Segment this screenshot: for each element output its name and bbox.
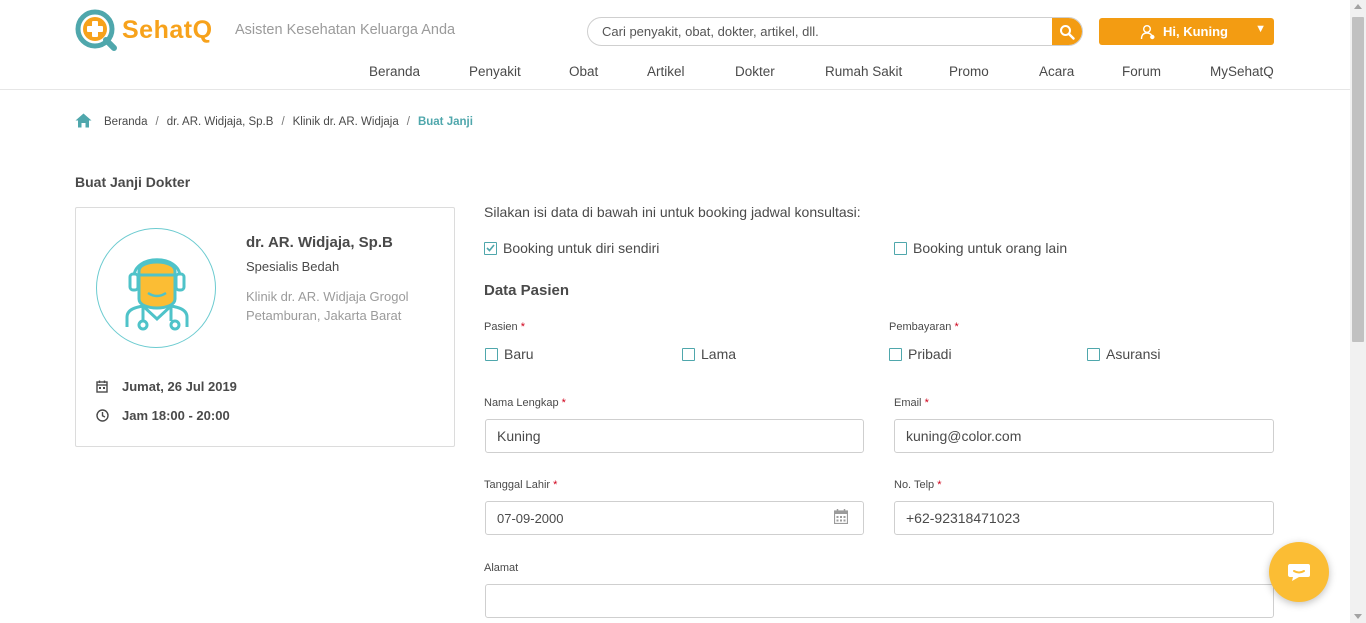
search-bar	[587, 17, 1083, 46]
breadcrumb-current: Buat Janji	[417, 116, 473, 128]
pembayaran-label-text: Pembayaran	[889, 321, 952, 333]
page-title: Buat Janji Dokter	[75, 174, 191, 190]
nav-item-mysehatq[interactable]: MySehatQ	[1210, 64, 1274, 79]
breadcrumb-item-doctor[interactable]: dr. AR. Widjaja, Sp.B	[167, 116, 274, 128]
doctor-avatar	[96, 228, 216, 348]
nav-item-forum[interactable]: Forum	[1122, 64, 1161, 79]
pasien-lama-option[interactable]: Lama	[682, 346, 736, 362]
nama-label: Nama Lengkap *	[484, 397, 566, 409]
scrollbar-thumb[interactable]	[1352, 17, 1364, 342]
appointment-time: Jam 18:00 - 20:00	[96, 408, 230, 423]
booking-self-checkbox[interactable]	[484, 241, 497, 255]
doctor-name: dr. AR. Widjaja, Sp.B	[246, 234, 393, 251]
chat-icon	[1288, 564, 1310, 581]
nav-item-dokter[interactable]: Dokter	[735, 64, 775, 79]
form-intro: Silakan isi data di bawah ini untuk book…	[484, 204, 861, 220]
pembayaran-asuransi-label: Asuransi	[1106, 346, 1161, 362]
email-label: Email *	[894, 397, 929, 409]
user-menu-button[interactable]: Hi, Kuning ▼	[1099, 18, 1274, 45]
pembayaran-pribadi-option[interactable]: Pribadi	[889, 346, 952, 362]
required-marker: *	[937, 479, 942, 491]
scroll-down-arrow-icon[interactable]	[1354, 614, 1362, 619]
breadcrumb: Beranda / dr. AR. Widjaja, Sp.B / Klinik…	[75, 113, 473, 131]
required-marker: *	[924, 397, 929, 409]
booking-other-label: Booking untuk orang lain	[913, 240, 1068, 256]
pasien-lama-checkbox[interactable]	[682, 347, 695, 361]
telp-label: No. Telp *	[894, 479, 942, 491]
pasien-baru-checkbox[interactable]	[485, 347, 498, 361]
appointment-date-text: Jumat, 26 Jul 2019	[122, 379, 237, 394]
booking-self-option[interactable]: Booking untuk diri sendiri	[484, 240, 659, 256]
booking-self-label: Booking untuk diri sendiri	[503, 240, 660, 256]
main-nav: Beranda Penyakit Obat Artikel Dokter Rum…	[0, 64, 1350, 80]
required-marker: *	[553, 479, 558, 491]
nama-lengkap-input[interactable]	[485, 419, 864, 453]
date-picker-icon[interactable]	[833, 509, 849, 529]
nav-item-rumah-sakit[interactable]: Rumah Sakit	[825, 64, 902, 79]
pasien-label: Pasien *	[484, 321, 525, 333]
breadcrumb-separator: /	[406, 116, 410, 128]
home-icon[interactable]	[75, 113, 92, 131]
pembayaran-pribadi-checkbox[interactable]	[889, 347, 902, 361]
breadcrumb-item-clinic[interactable]: Klinik dr. AR. Widjaja	[293, 116, 399, 128]
nav-item-obat[interactable]: Obat	[569, 64, 598, 79]
doctor-clinic: Klinik dr. AR. Widjaja Grogol Petamburan…	[246, 289, 409, 323]
appointment-date: Jumat, 26 Jul 2019	[96, 379, 237, 394]
telp-input[interactable]	[894, 501, 1274, 535]
doctor-card: dr. AR. Widjaja, Sp.B Spesialis Bedah Kl…	[75, 207, 455, 447]
nav-item-promo[interactable]: Promo	[949, 64, 989, 79]
logo-text: SehatQ	[122, 15, 213, 44]
breadcrumb-item-beranda[interactable]: Beranda	[104, 116, 147, 128]
required-marker: *	[520, 321, 525, 333]
page-scrollbar[interactable]	[1350, 0, 1366, 623]
clock-icon	[96, 409, 122, 422]
user-greeting: Hi, Kuning	[1163, 24, 1228, 39]
pembayaran-asuransi-checkbox[interactable]	[1087, 347, 1100, 361]
pembayaran-label: Pembayaran *	[889, 321, 959, 333]
nav-item-acara[interactable]: Acara	[1039, 64, 1074, 79]
nav-item-artikel[interactable]: Artikel	[647, 64, 685, 79]
email-label-text: Email	[894, 397, 922, 409]
appointment-time-text: Jam 18:00 - 20:00	[122, 408, 230, 423]
breadcrumb-separator: /	[281, 116, 285, 128]
section-title-data-pasien: Data Pasien	[484, 282, 570, 299]
tanggal-lahir-label-text: Tanggal Lahir	[484, 479, 551, 491]
pembayaran-pribadi-label: Pribadi	[908, 346, 952, 362]
booking-other-checkbox[interactable]	[894, 241, 907, 255]
pasien-label-text: Pasien	[484, 321, 518, 333]
tagline: Asisten Kesehatan Keluarga Anda	[235, 22, 456, 38]
site-header: SehatQ Asisten Kesehatan Keluarga Anda H…	[0, 0, 1350, 90]
sehatq-logo[interactable]: SehatQ	[75, 9, 213, 51]
alamat-input[interactable]	[485, 584, 1274, 618]
pasien-baru-label: Baru	[504, 346, 534, 362]
nama-label-text: Nama Lengkap	[484, 397, 559, 409]
tanggal-lahir-label: Tanggal Lahir *	[484, 479, 557, 491]
search-input[interactable]	[588, 18, 1052, 45]
doctor-specialty: Spesialis Bedah	[246, 259, 340, 274]
pasien-baru-option[interactable]: Baru	[485, 346, 534, 362]
scroll-up-arrow-icon[interactable]	[1354, 4, 1362, 9]
breadcrumb-separator: /	[155, 116, 159, 128]
calendar-icon	[96, 380, 122, 393]
chat-widget-button[interactable]	[1269, 542, 1329, 602]
nav-item-penyakit[interactable]: Penyakit	[469, 64, 521, 79]
search-button[interactable]	[1052, 18, 1082, 45]
email-input[interactable]	[894, 419, 1274, 453]
required-marker: *	[954, 321, 959, 333]
telp-label-text: No. Telp	[894, 479, 935, 491]
logo-icon	[75, 9, 117, 51]
booking-other-option[interactable]: Booking untuk orang lain	[894, 240, 1067, 256]
alamat-label: Alamat	[484, 562, 519, 574]
user-icon	[1140, 24, 1156, 43]
search-icon	[1060, 24, 1075, 40]
required-marker: *	[561, 397, 566, 409]
pasien-lama-label: Lama	[701, 346, 737, 362]
chevron-down-icon: ▼	[1255, 23, 1266, 35]
pembayaran-asuransi-option[interactable]: Asuransi	[1087, 346, 1160, 362]
tanggal-lahir-input[interactable]	[485, 501, 864, 535]
nav-item-beranda[interactable]: Beranda	[369, 64, 420, 79]
